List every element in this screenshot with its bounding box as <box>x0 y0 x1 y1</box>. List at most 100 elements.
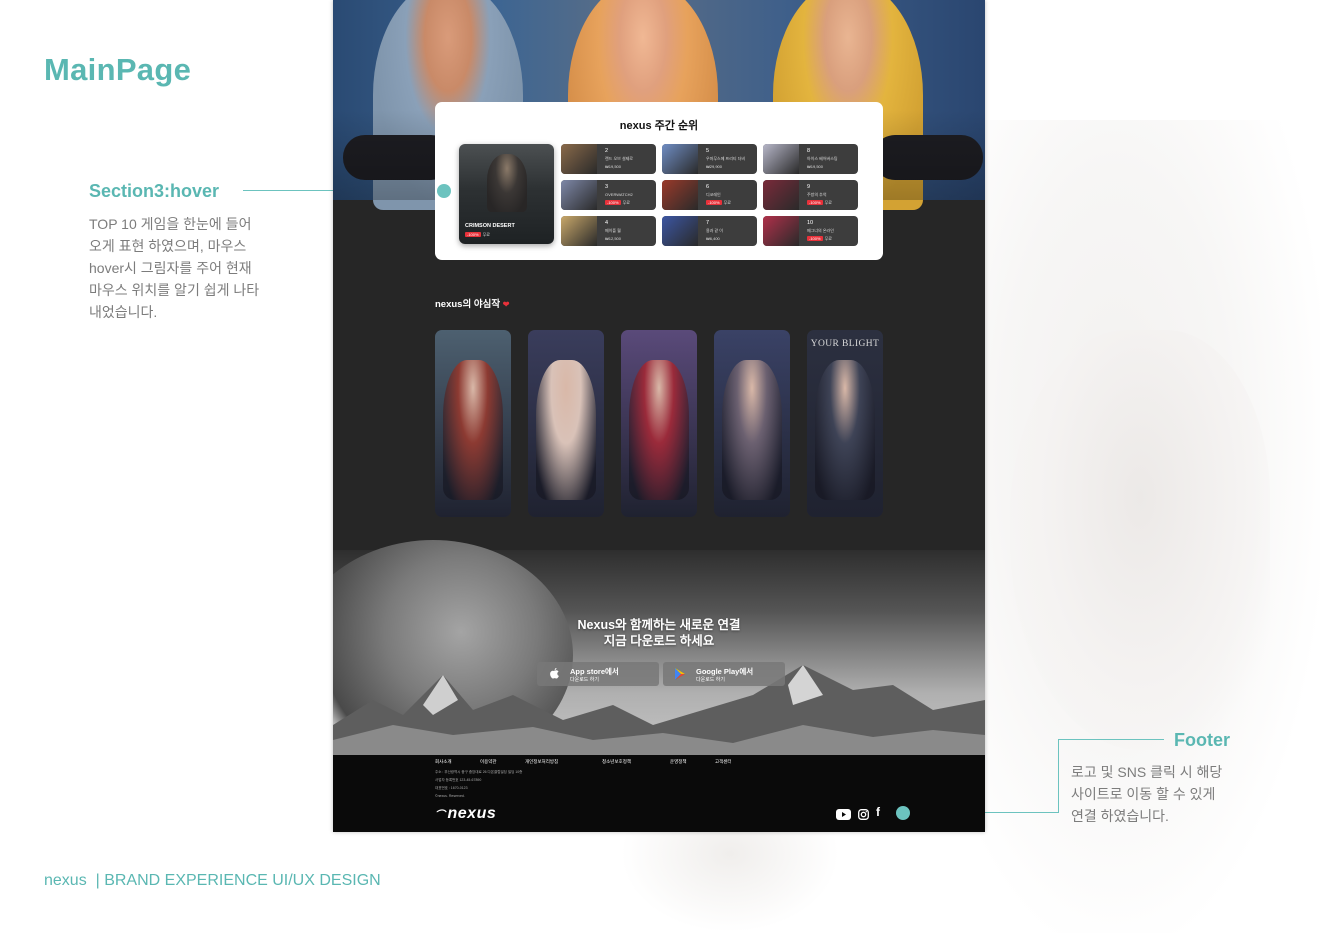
discount-badge: -100% <box>605 200 621 205</box>
ranking-item[interactable]: 3 OVERWATCH2 -100% 무료 <box>561 180 656 210</box>
background-illustration-figure <box>1010 330 1270 750</box>
ranking-item[interactable]: 2 랜드 오브 설제로 ₩19,500 <box>561 144 656 174</box>
section3-annotation-dot <box>437 184 451 198</box>
price-text: 무료 <box>723 200 731 205</box>
price-text: ₩6,400 <box>706 236 720 241</box>
google-play-button[interactable]: Google Play에서 다운로드 하기 <box>663 662 785 686</box>
game-price: -100% 무료 <box>605 200 630 206</box>
annotation-line: hover시 그림자를 주어 현재 <box>89 260 252 276</box>
annotation-line: 마우스 위치를 알기 쉽게 나타 <box>89 282 260 298</box>
price-text: ₩12,500 <box>605 236 622 241</box>
footer-link-youth[interactable]: 청소년보호정책 <box>602 759 631 765</box>
ranking-item[interactable]: 9 주방의 추억 -100% 무료 <box>763 180 858 210</box>
rank-number: 5 <box>706 148 710 154</box>
price-text: ₩29,900 <box>706 164 723 169</box>
annotation-line: 내었습니다. <box>89 304 158 320</box>
ranking-item[interactable]: 5 우마무스메 프리티 더비 ₩29,900 <box>662 144 757 174</box>
rank-number: 3 <box>605 184 609 190</box>
logo-mark-icon: ⌒ <box>435 810 446 821</box>
facebook-icon[interactable]: f <box>876 805 880 819</box>
featured-game-price: -100% 무료 <box>465 232 490 238</box>
game-price: ₩6,400 <box>706 236 720 241</box>
rank-number: 7 <box>706 220 710 226</box>
annotation-line: 사이트로 이동 할 수 있게 <box>1071 786 1216 802</box>
featured-game-name: CRIMSON DESERT <box>465 223 515 229</box>
footer-link-support[interactable]: 고객센터 <box>715 759 732 765</box>
discount-badge: -100% <box>465 232 481 237</box>
game-name: 랜드 오브 설제로 <box>605 156 633 161</box>
game-name: 메그너의 온라인 <box>807 228 834 233</box>
ranking-title: nexus 주간 순위 <box>619 120 699 132</box>
annotation-line: 로고 및 SNS 클릭 시 해당 <box>1071 764 1223 780</box>
app-download-section: Nexus와 함께하는 새로운 연결 지금 다운로드 하세요 App store… <box>333 540 985 770</box>
game-thumbnail <box>561 180 597 210</box>
featured-game-banner[interactable]: YOUR BLIGHT <box>807 330 883 517</box>
rank-number: 8 <box>807 148 811 154</box>
footer-link-company[interactable]: 회사소개 <box>435 759 452 765</box>
game-name: 메이플 월 <box>605 228 621 233</box>
ranking-item[interactable]: 10 메그너의 온라인 -100% 무료 <box>763 216 858 246</box>
featured-game-banner[interactable] <box>528 330 604 517</box>
price-text: 무료 <box>482 232 490 237</box>
picks-section-title: nexus의 야심작 ❤ <box>435 296 509 310</box>
ranking-item[interactable]: 4 메이플 월 ₩12,500 <box>561 216 656 246</box>
game-price: -100% 무료 <box>706 200 731 206</box>
character-artwork <box>443 360 503 500</box>
app-store-sublabel: 다운로드 하기 <box>570 677 599 683</box>
featured-game-banner[interactable] <box>435 330 511 517</box>
annotation-line: TOP 10 게임을 한눈에 들어 <box>89 216 252 232</box>
google-play-sublabel: 다운로드 하기 <box>696 677 725 683</box>
rank-number: 2 <box>605 148 609 154</box>
featured-game-banner[interactable] <box>714 330 790 517</box>
price-text: 무료 <box>622 200 630 205</box>
main-page-mockup: nexus 주간 순위 CRIMSON DESERT -100% 무료 2 랜드 오… <box>333 0 985 832</box>
game-price: ₩29,900 <box>706 164 722 169</box>
annotation-line: 오게 표현 하였으며, 마우스 <box>89 238 247 254</box>
brand-name: nexus <box>44 872 87 889</box>
instagram-icon[interactable] <box>858 807 869 825</box>
game-thumbnail <box>763 144 799 174</box>
game-price: ₩19,500 <box>807 164 823 169</box>
game-name: 우마무스메 프리티 더비 <box>706 156 746 161</box>
footer-link-privacy[interactable]: 개인정보처리방침 <box>525 759 558 765</box>
weekly-ranking-card: nexus 주간 순위 CRIMSON DESERT -100% 무료 2 랜드 오… <box>435 102 883 260</box>
game-thumbnail <box>561 144 597 174</box>
section3-annotation-title: Section3:hover <box>89 181 220 201</box>
youtube-icon[interactable] <box>836 807 851 825</box>
game-name: 용과 같 이 <box>706 228 723 233</box>
promo-line-1: Nexus와 함께하는 새로운 연결 <box>577 618 741 632</box>
character-artwork <box>536 360 596 500</box>
page-heading: MainPage <box>44 52 192 87</box>
discount-badge: -100% <box>706 200 722 205</box>
footer-connector-vertical <box>1058 739 1059 813</box>
footer-annotation-text: 로고 및 SNS 클릭 시 해당 사이트로 이동 할 수 있게 연결 하였습니다… <box>1071 761 1251 827</box>
character-artwork <box>815 360 875 500</box>
banner-title: YOUR BLIGHT <box>810 339 880 349</box>
game-price: -100% 무료 <box>807 236 832 242</box>
game-name: OVERWATCH2 <box>605 192 633 197</box>
featured-game-banner[interactable] <box>621 330 697 517</box>
ranking-item[interactable]: 8 아이스 베어버스팅 ₩19,500 <box>763 144 858 174</box>
background-illustration-lower <box>620 820 840 933</box>
section3-annotation-text: TOP 10 게임을 한눈에 들어 오게 표현 하였으며, 마우스 hover시… <box>89 213 279 323</box>
price-text: 무료 <box>824 200 832 205</box>
game-price: -100% 무료 <box>807 200 832 206</box>
featured-game-card[interactable]: CRIMSON DESERT -100% 무료 <box>459 144 554 244</box>
game-name: 아이스 베어버스팅 <box>807 156 838 161</box>
annotation-line: 연결 하였습니다. <box>1071 808 1169 824</box>
featured-game-artwork <box>487 154 527 212</box>
footer-phone: 대표번호 : 1670-0123 <box>435 786 468 790</box>
footer-link-terms[interactable]: 이용약관 <box>480 759 497 765</box>
ranking-item[interactable]: 6 디코레인 -100% 무료 <box>662 180 757 210</box>
google-play-icon <box>675 668 685 680</box>
footer-link-policy[interactable]: 운영정책 <box>670 759 687 765</box>
game-thumbnail <box>662 144 698 174</box>
picks-title-text: nexus의 야심작 <box>435 299 501 310</box>
footer-logo[interactable]: ⌒ nexus <box>435 805 496 823</box>
rank-number: 10 <box>807 220 814 226</box>
ranking-item[interactable]: 7 용과 같 이 ₩6,400 <box>662 216 757 246</box>
app-store-button[interactable]: App store에서 다운로드 하기 <box>537 662 659 686</box>
game-name: 디코레인 <box>706 192 721 197</box>
promo-headline: Nexus와 함께하는 새로운 연결 지금 다운로드 하세요 <box>333 617 985 649</box>
footer-business-number: 사업자 등록번호 123-45-67890 <box>435 778 482 782</box>
